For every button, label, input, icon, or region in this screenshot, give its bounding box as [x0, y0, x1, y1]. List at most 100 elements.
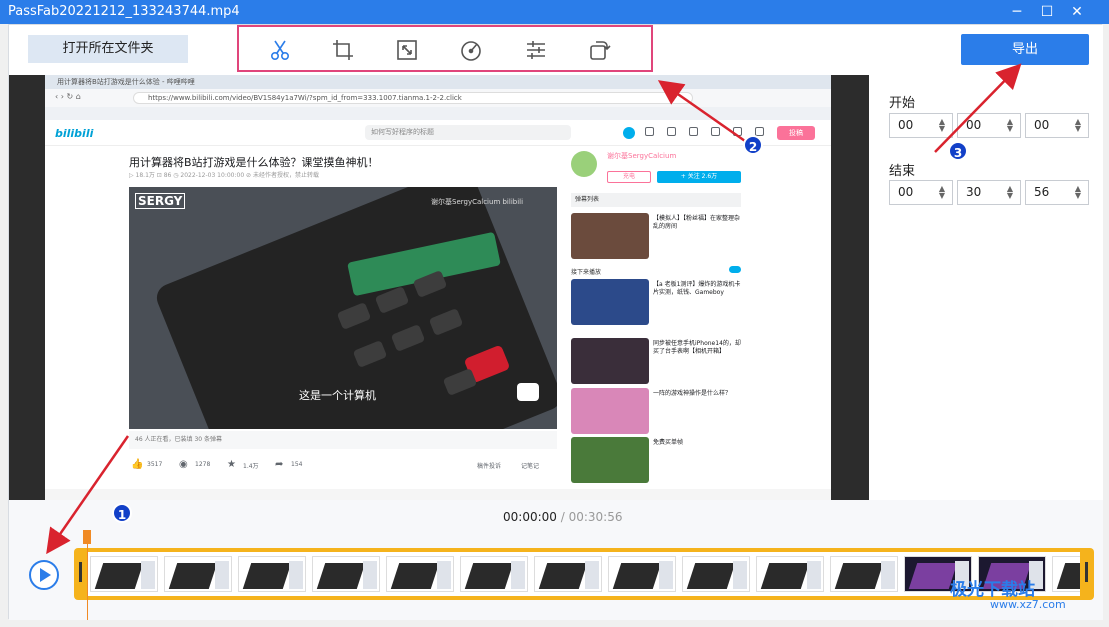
rec-title: 一阵的游戏神操作是什么样？: [653, 390, 732, 397]
rec-item: 同步被任意手机iPhone14的，却买了台手表啊【相机开箱】: [571, 338, 741, 384]
spin-arrows-icon[interactable]: ▲ ▼: [938, 185, 946, 200]
play-button[interactable]: [29, 560, 59, 590]
step-badge-3: 3: [948, 141, 968, 161]
trim-panel: 开始 00 ▲ ▼ 00 ▲ ▼ 00 ▲ ▼ 结束 00 ▲ ▼ 30 ▲ ▼ 56 ▲ ▼: [869, 75, 1103, 500]
site-logo: bilibili: [55, 127, 94, 140]
address-field: https://www.bilibili.com/video/BV1S84y1a…: [133, 92, 693, 104]
start-minutes-value: 00: [966, 118, 982, 132]
spin-arrows-icon[interactable]: ▲ ▼: [1074, 185, 1082, 200]
site-watermark: 极光下载站 www.xz7.com: [950, 575, 1066, 611]
video-preview: 用计算器将B站打游戏是什么体验 - 哔哩哔哩 ‹ › ↻ ⌂ https://w…: [9, 75, 869, 500]
thumbnail-frame: [164, 556, 232, 592]
maximize-button[interactable]: ☐: [1032, 2, 1062, 22]
close-button[interactable]: ✕: [1062, 2, 1092, 22]
start-seconds-field[interactable]: 00 ▲ ▼: [1025, 113, 1089, 138]
scissors-icon[interactable]: [267, 37, 293, 63]
video-subtitle: 这是一个计算机: [299, 389, 376, 402]
time-separator: /: [556, 510, 569, 524]
rotate-icon[interactable]: [586, 37, 612, 63]
editor-window: 打开所在文件夹 导出 用计算器将B站打游戏是什么体验 - 哔哩哔哩 ‹ › ↻ …: [8, 24, 1103, 620]
browser-bookmarks: [45, 107, 831, 120]
charge-button: 充电: [607, 171, 651, 183]
rec-thumbnail: [571, 338, 649, 384]
speed-icon[interactable]: [458, 37, 484, 63]
start-minutes-field[interactable]: 00 ▲ ▼: [957, 113, 1021, 138]
favorite-icon: [711, 127, 720, 136]
browser-address-bar: ‹ › ↻ ⌂ https://www.bilibili.com/video/B…: [45, 89, 831, 107]
user-avatar-icon: [623, 127, 635, 139]
start-hours-field[interactable]: 00 ▲ ▼: [889, 113, 953, 138]
spin-arrows-icon[interactable]: ▲ ▼: [938, 118, 946, 133]
share-icon: ➦: [275, 459, 284, 470]
thumbnail-frame: [830, 556, 898, 592]
autoplay-toggle: [729, 266, 741, 273]
spin-arrows-icon[interactable]: ▲ ▼: [1006, 118, 1014, 133]
browser-tabbar: 用计算器将B站打游戏是什么体验 - 哔哩哔哩: [45, 75, 831, 89]
thumbnail-frame: [756, 556, 824, 592]
message-icon: [667, 127, 676, 136]
timeline-area: 00:00:00 / 00:30:56: [9, 500, 1103, 620]
edit-tools-group: [237, 25, 653, 72]
end-seconds-field[interactable]: 56 ▲ ▼: [1025, 180, 1089, 205]
playhead-line: [87, 530, 88, 620]
video-player: SERGY 谢尔基SergyCalcium bilibili 这是一个计算机: [129, 187, 557, 429]
report-link: 稿件投诉: [477, 463, 502, 470]
nav-arrows-icon: ‹ › ↻ ⌂: [55, 92, 81, 101]
danmaku-list-header: 弹幕列表: [571, 193, 741, 207]
like-count: 3517: [147, 461, 163, 468]
thumbnail-frame: [238, 556, 306, 592]
step-badge-2: 2: [743, 135, 763, 155]
browser-tab: 用计算器将B站打游戏是什么体验 - 哔哩哔哩: [57, 78, 195, 86]
export-button[interactable]: 导出: [961, 34, 1089, 65]
total-time: 00:30:56: [568, 510, 623, 524]
timeline-strip[interactable]: [74, 548, 1094, 600]
star-icon: ★: [227, 459, 236, 470]
note-link: 记笔记: [521, 463, 540, 470]
end-hours-value: 00: [898, 185, 914, 199]
preview-frame: 用计算器将B站打游戏是什么体验 - 哔哩哔哩 ‹ › ↻ ⌂ https://w…: [45, 75, 831, 500]
window-title: PassFab20221212_133243744.mp4: [8, 4, 240, 19]
title-bar: PassFab20221212_133243744.mp4 ─ ☐ ✕: [0, 0, 1109, 24]
video-watermark: 谢尔基SergyCalcium bilibili: [431, 198, 524, 206]
minimize-button[interactable]: ─: [1002, 2, 1032, 22]
rec-thumbnail: [571, 279, 649, 325]
end-minutes-field[interactable]: 30 ▲ ▼: [957, 180, 1021, 205]
rec-title: 【a 老板1测评】爆炸的游戏机卡片实测，纸钱、Gameboy: [653, 281, 741, 296]
uploader-card: 谢尔基SergyCalcium 充电 + 关注 2.6万: [571, 151, 741, 189]
thumbnail-frame: [460, 556, 528, 592]
top-toolbar: 打开所在文件夹 导出: [9, 25, 1103, 77]
rec-title: 免费买单帧: [653, 439, 684, 446]
current-time: 00:00:00: [503, 510, 557, 524]
start-hours-value: 00: [898, 118, 914, 132]
end-seconds-value: 56: [1034, 185, 1050, 199]
thumbnail-frame: [90, 556, 158, 592]
time-display: 00:00:00 / 00:30:56: [503, 510, 622, 524]
trim-start-handle[interactable]: [79, 562, 82, 582]
coin-icon: ◉: [179, 459, 188, 470]
thumbnail-frame: [312, 556, 380, 592]
spin-arrows-icon[interactable]: ▲ ▼: [1074, 118, 1082, 133]
end-hours-field[interactable]: 00 ▲ ▼: [889, 180, 953, 205]
crop-icon[interactable]: [330, 37, 356, 63]
open-folder-button[interactable]: 打开所在文件夹: [28, 35, 188, 63]
start-label: 开始: [889, 96, 916, 111]
uploader-name: 谢尔基SergyCalcium: [607, 152, 677, 160]
trim-end-handle[interactable]: [1085, 562, 1088, 582]
rec-item: 免费买单帧: [571, 437, 741, 483]
share-count: 154: [291, 461, 303, 468]
danmaku-bar: 46 人正在看，已装填 30 条弹幕: [129, 431, 557, 449]
next-header: 接下来播放: [571, 266, 741, 276]
adjust-icon[interactable]: [523, 37, 549, 63]
end-minutes-value: 30: [966, 185, 982, 199]
spin-arrows-icon[interactable]: ▲ ▼: [1006, 185, 1014, 200]
rec-item: 【a 老板1测评】爆炸的游戏机卡片实测，纸钱、Gameboy: [571, 279, 741, 325]
video-actions: 👍 3517 ◉ 1278 ★ 1.4万 ➦ 154 稿件投诉 记笔记: [129, 457, 557, 475]
rec-thumbnail: [571, 437, 649, 483]
thumbnail-frame: [386, 556, 454, 592]
rec-title: 同步被任意手机iPhone14的，却买了台手表啊【相机开箱】: [653, 340, 741, 355]
coin-count: 1278: [195, 461, 211, 468]
watermark-brand: 极光下载站: [950, 580, 1035, 600]
channel-mark: SERGY: [135, 193, 186, 209]
dynamic-icon: [689, 127, 698, 136]
resize-icon[interactable]: [394, 37, 420, 63]
